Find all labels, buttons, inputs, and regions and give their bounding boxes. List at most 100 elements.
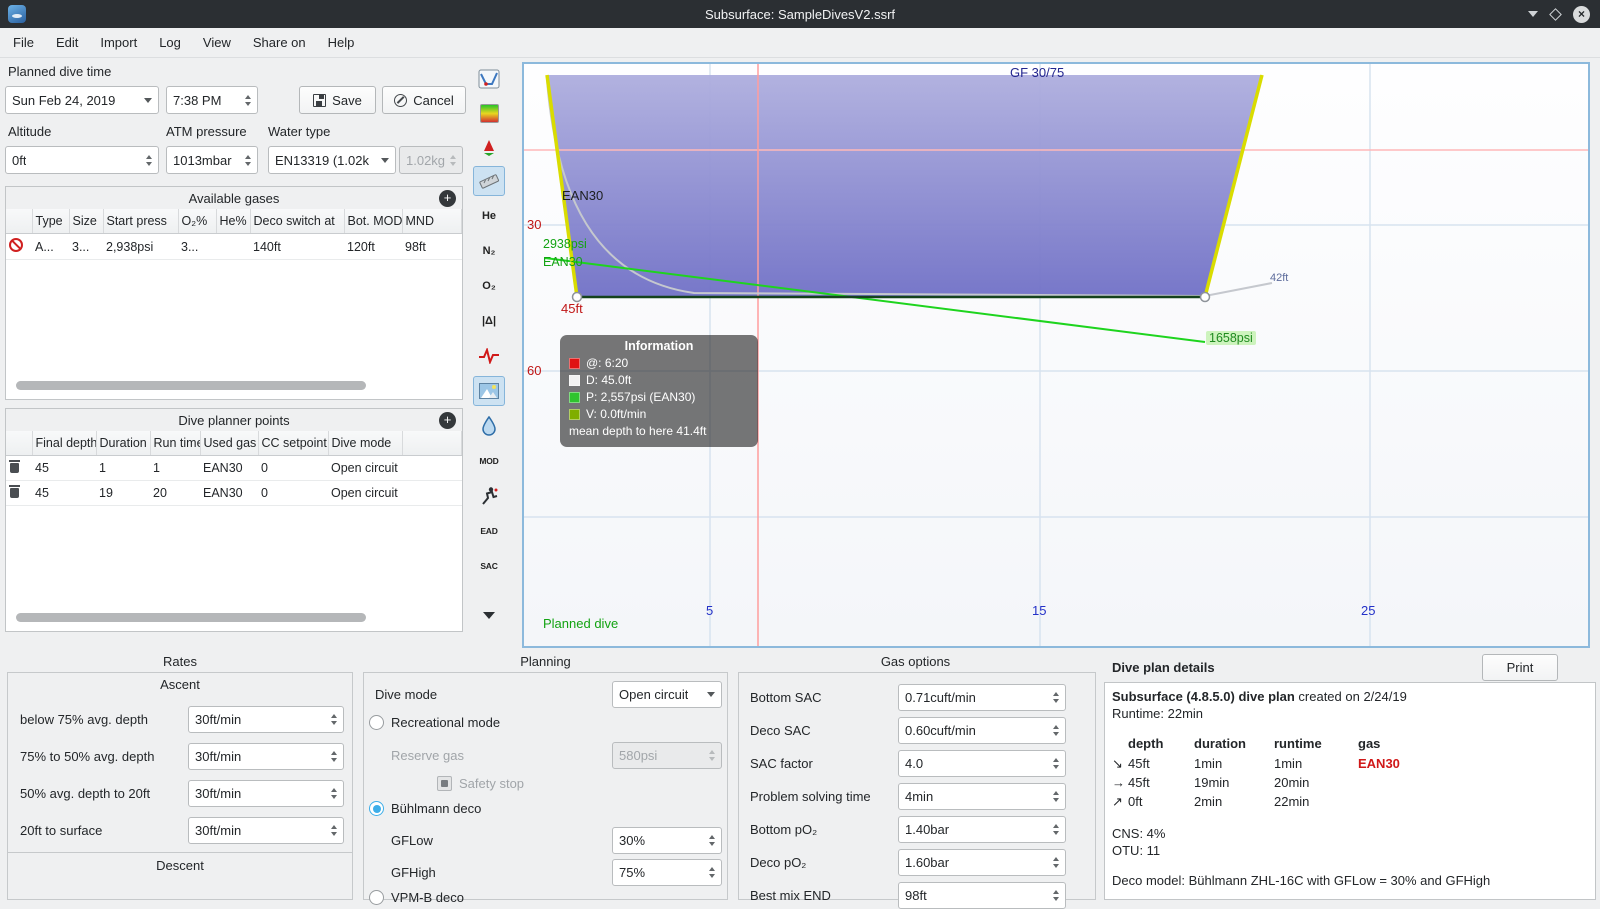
sac-factor-stepper[interactable]: 4.0 — [898, 750, 1066, 777]
points-table: Final depth Duration Run time Used gas C… — [6, 431, 462, 506]
time-chip — [569, 358, 580, 369]
gases-horizontal-scrollbar[interactable] — [16, 381, 366, 390]
save-icon — [313, 93, 327, 107]
ascent-rate-50-stepper[interactable]: 30ft/min — [188, 743, 344, 770]
gflow-stepper[interactable]: 30% — [612, 827, 722, 854]
mod-toggle-icon[interactable]: MOD — [473, 446, 505, 476]
col-cc-setpoint: CC setpoint — [258, 431, 329, 456]
pressure-delta-toggle-icon[interactable]: |Δ| — [473, 306, 505, 336]
stepper-arrows[interactable] — [1048, 725, 1059, 736]
ascent-rate-surface-stepper[interactable]: 30ft/min — [188, 817, 344, 844]
altitude-stepper[interactable]: 0ft — [5, 146, 159, 174]
col-size: Size — [69, 209, 104, 234]
bottom-po2-stepper[interactable]: 1.40bar — [898, 816, 1066, 843]
gas-density-drop-icon[interactable] — [473, 411, 505, 441]
stepper-arrows[interactable] — [1048, 857, 1059, 868]
plan-heading: Subsurface (4.8.5.0) dive plan created o… — [1112, 689, 1407, 704]
altitude-label: Altitude — [8, 124, 52, 139]
deco-sac-stepper[interactable]: 0.60cuft/min — [898, 717, 1066, 744]
plan-table-row: ↗ 0ft 2min 22min — [1112, 794, 1310, 809]
add-gas-button[interactable]: + — [439, 189, 456, 207]
menu-view[interactable]: View — [192, 28, 242, 58]
stepper-arrows[interactable] — [240, 94, 251, 106]
menu-file[interactable]: File — [2, 28, 45, 58]
recreational-mode-label: Recreational mode — [391, 715, 501, 730]
time-tick-25: 25 — [1361, 603, 1376, 618]
menu-share-on[interactable]: Share on — [242, 28, 317, 58]
heatmap-gradient-icon[interactable] — [473, 98, 505, 128]
stepper-arrows[interactable] — [1048, 758, 1059, 769]
pp-helium-toggle-icon[interactable]: He — [473, 201, 505, 231]
window-close-button[interactable]: × — [1573, 5, 1590, 23]
menu-help[interactable]: Help — [317, 28, 366, 58]
dive-computer-icon[interactable] — [473, 64, 505, 94]
remove-gas-icon[interactable] — [9, 238, 23, 252]
title-bar: Subsurface: SampleDivesV2.ssrf × — [0, 0, 1600, 28]
tooltip-line: mean depth to here 41.4ft — [569, 424, 707, 438]
points-header-row: Final depth Duration Run time Used gas C… — [6, 431, 462, 456]
delete-point-icon[interactable] — [9, 485, 20, 498]
add-point-button[interactable]: + — [439, 411, 456, 429]
print-button[interactable]: Print — [1482, 654, 1558, 681]
photos-toggle-icon[interactable] — [473, 376, 505, 406]
pp-nitrogen-toggle-icon[interactable]: N₂ — [473, 236, 505, 266]
ruler-tool-icon[interactable] — [473, 166, 505, 196]
menu-log[interactable]: Log — [148, 28, 192, 58]
stepper-arrows[interactable] — [141, 154, 152, 166]
best-mix-end-stepper[interactable]: 98ft — [898, 882, 1066, 909]
gas-row[interactable]: A... 3... 2,938psi 3... 140ft 120ft 98ft — [6, 233, 462, 260]
stepper-arrows[interactable] — [1048, 824, 1059, 835]
planner-point-row[interactable]: 45 19 20 EAN30 0 Open circuit — [6, 480, 462, 506]
stepper-arrows[interactable] — [704, 867, 715, 878]
pressure-chip — [569, 392, 580, 403]
stepper-arrows[interactable] — [326, 751, 337, 762]
dive-date-select[interactable]: Sun Feb 24, 2019 — [5, 86, 159, 114]
stepper-arrows[interactable] — [1048, 692, 1059, 703]
deco-po2-stepper[interactable]: 1.60bar — [898, 849, 1066, 876]
save-button[interactable]: Save — [299, 86, 376, 114]
col-run-time: Run time — [150, 431, 201, 456]
points-horizontal-scrollbar[interactable] — [16, 613, 366, 622]
plan-table-row: ↘ 45ft 1min 1min EAN30 — [1112, 756, 1400, 771]
stepper-arrows[interactable] — [1048, 890, 1059, 901]
stepper-arrows[interactable] — [1048, 791, 1059, 802]
menu-import[interactable]: Import — [89, 28, 148, 58]
ascent-rate-75-stepper[interactable]: 30ft/min — [188, 706, 344, 733]
gfhigh-stepper[interactable]: 75% — [612, 859, 722, 886]
stepper-arrows[interactable] — [704, 835, 715, 846]
toolbar-scroll-down-icon[interactable] — [473, 600, 505, 630]
delete-point-icon[interactable] — [9, 460, 20, 473]
dive-profile-chart[interactable]: GF 30/75 EAN30 2938psi EAN30 45ft 1658ps… — [522, 62, 1590, 648]
dive-time-stepper[interactable]: 7:38 PM — [166, 86, 258, 114]
pp-oxygen-toggle-icon[interactable]: O₂ — [473, 271, 505, 301]
atm-pressure-stepper[interactable]: 1013mbar — [166, 146, 258, 174]
descent-title: Descent — [156, 858, 204, 873]
stepper-arrows[interactable] — [240, 154, 251, 166]
runner-sac-icon[interactable] — [473, 481, 505, 511]
stepper-arrows[interactable] — [326, 714, 337, 725]
stepper-arrows[interactable] — [326, 825, 337, 836]
dive-mode-select[interactable]: Open circuit — [612, 681, 722, 708]
vpmb-deco-radio[interactable] — [369, 890, 384, 905]
profile-handle[interactable] — [1199, 291, 1211, 303]
recreational-mode-radio[interactable] — [369, 715, 384, 730]
stepper-arrows[interactable] — [326, 788, 337, 799]
bottom-sac-stepper[interactable]: 0.71cuft/min — [898, 684, 1066, 711]
buhlmann-deco-radio[interactable] — [369, 801, 384, 816]
planner-point-row[interactable]: 45 1 1 EAN30 0 Open circuit — [6, 455, 462, 481]
ascent-rate-20ft-stepper[interactable]: 30ft/min — [188, 780, 344, 807]
water-type-label: Water type — [268, 124, 331, 139]
window-shade-icon[interactable] — [1528, 11, 1538, 17]
cancel-button[interactable]: Cancel — [382, 86, 466, 114]
ead-toggle-icon[interactable]: EAD — [473, 516, 505, 546]
stepper-arrows — [445, 154, 456, 166]
menu-edit[interactable]: Edit — [45, 28, 89, 58]
reserve-gas-stepper: 580psi — [612, 742, 722, 769]
heart-rate-toggle-icon[interactable] — [473, 341, 505, 371]
safety-stop-checkbox — [437, 776, 452, 791]
sac-toggle-icon[interactable]: SAC — [473, 551, 505, 581]
window-keep-above-icon[interactable] — [1549, 7, 1562, 21]
water-type-select[interactable]: EN13319 (1.02k — [268, 146, 396, 174]
ascent-descent-rates-icon[interactable] — [473, 132, 505, 162]
problem-solving-time-stepper[interactable]: 4min — [898, 783, 1066, 810]
